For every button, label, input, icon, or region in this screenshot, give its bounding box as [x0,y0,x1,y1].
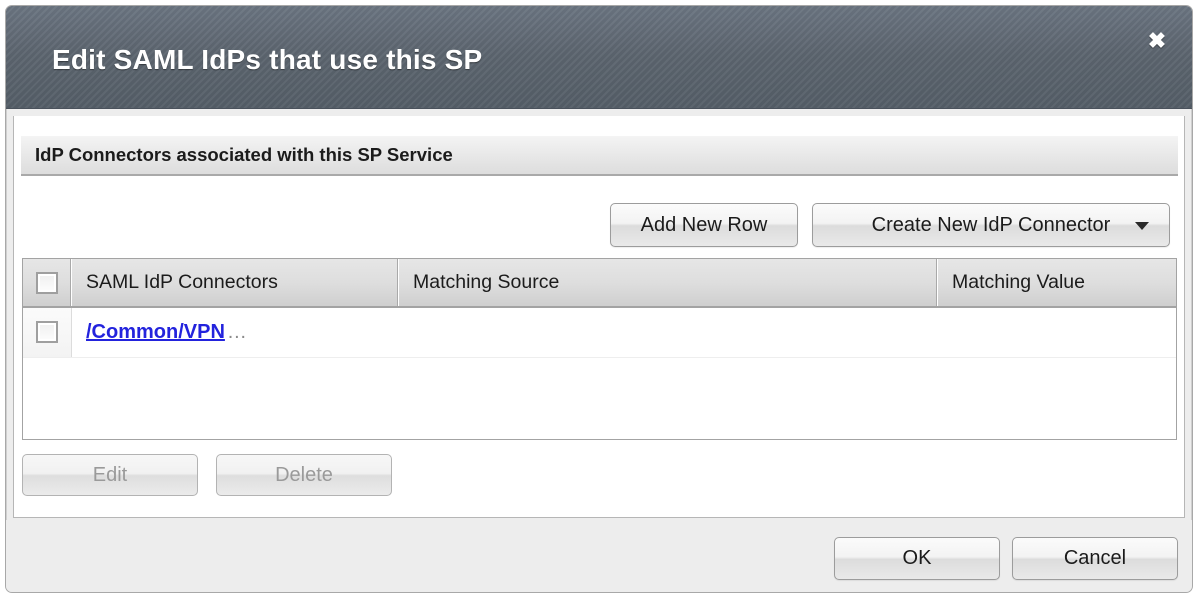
column-header-matching-value[interactable]: Matching Value [938,259,1177,307]
dialog-titlebar: Edit SAML IdPs that use this SP ✖ [6,6,1192,109]
create-new-idp-connector-button[interactable]: Create New IdP Connector [812,203,1170,247]
connector-ellipsis: … [227,321,247,343]
section-header-label: IdP Connectors associated with this SP S… [35,144,453,166]
add-new-row-button[interactable]: Add New Row [610,203,798,247]
column-header-matching-source[interactable]: Matching Source [399,259,938,307]
select-all-checkbox-icon[interactable] [36,272,58,294]
dialog-footer: OK Cancel [6,520,1192,592]
delete-button[interactable]: Delete [216,454,392,496]
edit-button[interactable]: Edit [22,454,198,496]
idp-connectors-table: SAML IdP Connectors Matching Source Matc… [22,258,1177,440]
row-checkbox-icon[interactable] [36,321,58,343]
close-icon[interactable]: ✖ [1144,28,1170,54]
footer-buttons: OK Cancel [834,537,1178,580]
dialog-content-panel: IdP Connectors associated with this SP S… [13,116,1185,518]
table-header-row: SAML IdP Connectors Matching Source Matc… [23,259,1176,307]
chevron-down-icon [1135,222,1149,230]
ok-button[interactable]: OK [834,537,1000,580]
row-matching-value-cell [938,307,1177,358]
table-row: /Common/VPN… [23,307,1176,358]
row-matching-source-cell [399,307,938,358]
row-connector-cell: /Common/VPN… [72,307,399,358]
create-new-idp-connector-label: Create New IdP Connector [872,214,1111,237]
cancel-button[interactable]: Cancel [1012,537,1178,580]
select-all-header [23,259,72,307]
section-header: IdP Connectors associated with this SP S… [21,136,1178,176]
row-action-buttons: Edit Delete [22,454,392,496]
row-select-cell [23,307,72,358]
connector-link[interactable]: /Common/VPN [86,321,225,343]
saml-idp-dialog: Edit SAML IdPs that use this SP ✖ IdP Co… [5,5,1193,593]
dialog-title: Edit SAML IdPs that use this SP [52,44,482,76]
column-header-connectors[interactable]: SAML IdP Connectors [72,259,399,307]
table-toolbar: Add New Row Create New IdP Connector [610,203,1170,247]
